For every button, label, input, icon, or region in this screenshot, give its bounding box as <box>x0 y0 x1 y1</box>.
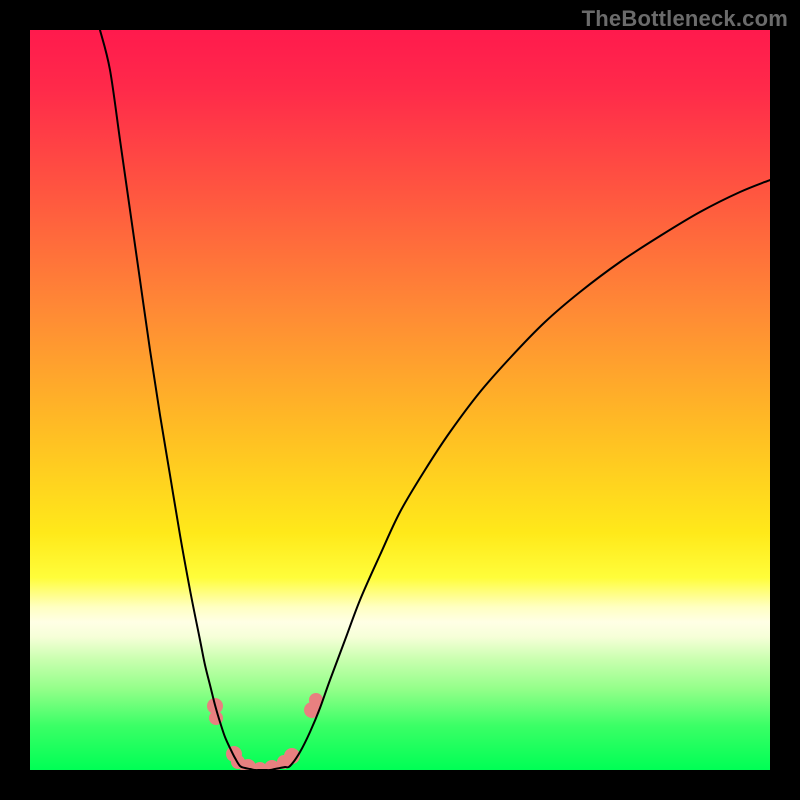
plot-area <box>30 30 770 770</box>
markers-layer <box>207 693 323 770</box>
chart-svg <box>30 30 770 770</box>
bottleneck-curve <box>100 30 770 770</box>
watermark-text: TheBottleneck.com <box>582 6 788 32</box>
chart-frame: TheBottleneck.com <box>0 0 800 800</box>
